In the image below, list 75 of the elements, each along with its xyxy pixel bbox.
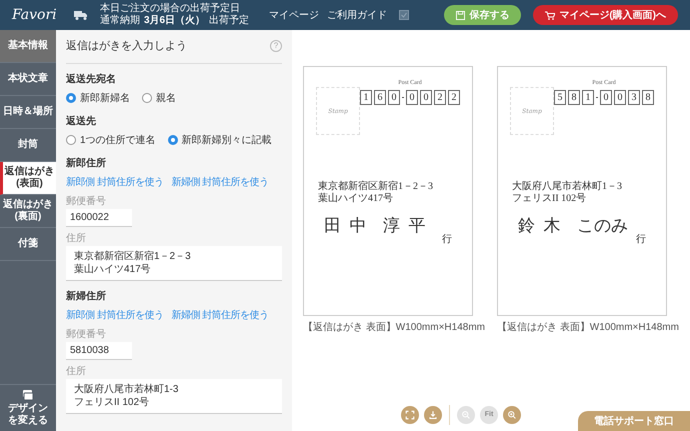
postal-code-field[interactable]: 1600022 [66, 208, 132, 226]
form-title: 返信はがきを入力しよう [66, 39, 187, 54]
sidebar-item[interactable]: 基本情報 [0, 30, 56, 63]
postal-digit: 2 [448, 90, 460, 105]
honorific: 行 [636, 232, 646, 246]
field-label: 住所 [66, 364, 87, 378]
postal-digit: 0 [388, 90, 400, 105]
shipping-note: 本日ご注文の場合の出荷予定日 [100, 3, 241, 14]
postal-digit: 3 [628, 90, 640, 105]
dash [402, 97, 404, 98]
address-field[interactable]: 東京都新宿区新宿1－2－3 葉山ハイツ417号 [66, 246, 282, 280]
radio-label[interactable]: 1つの住所で連名 [80, 132, 156, 148]
postal-digit: 6 [374, 90, 386, 105]
postal-digit: 8 [568, 90, 580, 105]
dash [596, 97, 598, 98]
shipping-date: 3月6日（火） [144, 15, 206, 27]
postal-digit: 0 [420, 90, 432, 105]
address-line: フェリスII 102号 [512, 193, 588, 205]
field-label: 郵便番号 [66, 194, 107, 208]
link[interactable]: 新郎側 封筒住所を使う [66, 308, 164, 322]
radio-button[interactable] [142, 93, 152, 103]
preview-caption: 【返信はがき 表面】W100mm×H148mm [303, 320, 485, 335]
link[interactable]: 新婦側 封筒住所を使う [171, 174, 269, 190]
given-name: このみ [577, 215, 628, 237]
radio-label[interactable]: 新郎新婦名 [80, 90, 130, 106]
section-label: 新婦住所 [66, 289, 107, 304]
section-label: 返送先 [66, 114, 97, 128]
shipping-suffix: 出荷予定 [209, 15, 250, 27]
link[interactable]: 新婦側 封筒住所を使う [171, 308, 269, 322]
zoom-out-icon [460, 409, 472, 421]
fullscreen-icon [404, 409, 416, 421]
section-label: 新郎住所 [66, 156, 107, 170]
download-button[interactable] [424, 406, 442, 424]
surname: 鈴木 [518, 215, 569, 237]
radio-button[interactable] [66, 93, 76, 103]
address-field[interactable]: 大阪府八尾市若林町1-3 フェリスII 102号 [66, 378, 282, 414]
sidebar-item[interactable]: 返信はがき (裏面) [0, 195, 56, 228]
radio-button[interactable] [168, 135, 178, 145]
shipping-label: 通常納期 [100, 15, 140, 27]
download-icon [427, 409, 439, 421]
section-label: 返送先宛名 [66, 72, 117, 86]
postal-code-field[interactable]: 5810038 [66, 342, 132, 360]
truck-icon [74, 10, 88, 20]
field-label: 住所 [66, 232, 87, 246]
honorific: 行 [442, 232, 452, 246]
field-label: 郵便番号 [66, 328, 107, 342]
address-line: 大阪府八尾市若林町1－3 [512, 181, 623, 193]
nav-link[interactable]: マイページ [269, 8, 320, 22]
radio-button[interactable] [66, 135, 76, 145]
zoom-in-button[interactable] [503, 406, 521, 424]
checkbox-icon[interactable] [399, 10, 410, 20]
postal-digit: 1 [582, 90, 594, 105]
mypage-button[interactable]: マイページ(購入画面)へ [533, 5, 678, 25]
sidebar-item[interactable]: 返信はがき (表面) [0, 162, 56, 195]
fullscreen-button[interactable] [401, 406, 419, 424]
zoom-in-icon [506, 409, 518, 421]
postal-digit: 2 [434, 90, 446, 105]
postal-digit: 0 [600, 90, 612, 105]
preview-caption: 【返信はがき 表面】W100mm×H148mm [497, 320, 679, 335]
address-line: 葉山ハイツ417号 [318, 193, 394, 205]
postal-digit: 5 [554, 90, 566, 105]
logo[interactable]: Favori [12, 4, 62, 26]
surname: 田中 [324, 215, 376, 237]
radio-label[interactable]: 新郎新婦別々に記載 [182, 132, 272, 148]
postal-digit: 0 [614, 90, 626, 105]
postal-digit: 1 [360, 90, 372, 105]
radio-label[interactable]: 親名 [156, 90, 176, 106]
link[interactable]: 新郎側 封筒住所を使う [66, 174, 164, 190]
postcard-stack-icon [22, 389, 34, 401]
given-name: 淳平 [383, 215, 434, 237]
nav-link[interactable]: ご利用ガイド [327, 8, 388, 22]
address-line: 東京都新宿区新宿1－2－3 [318, 181, 434, 192]
postal-digit: 0 [406, 90, 418, 105]
cart-icon [545, 10, 556, 20]
postal-digit: 8 [642, 90, 654, 105]
